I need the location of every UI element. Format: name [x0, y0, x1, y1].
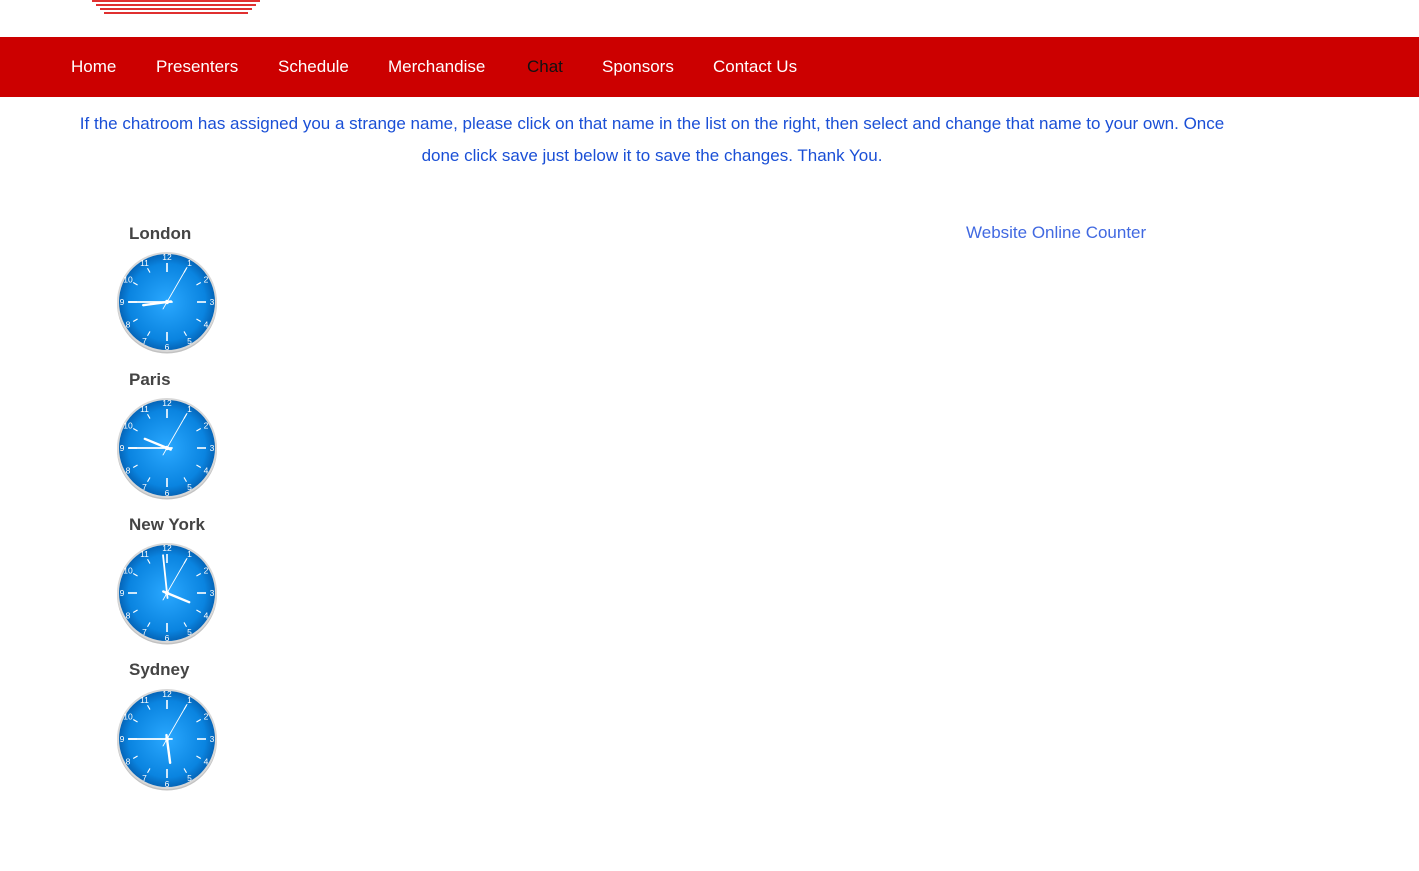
nav-sponsors[interactable]: Sponsors: [602, 57, 674, 77]
clock-number: 10: [123, 566, 133, 576]
clock-number: 5: [187, 482, 192, 492]
chat-name-notice: If the chatroom has assigned you a stran…: [79, 114, 1225, 165]
clock-number: 9: [120, 443, 125, 453]
nav-chat[interactable]: Chat: [527, 57, 563, 77]
clock-number: 7: [142, 773, 147, 783]
clock-number: 1: [187, 695, 192, 705]
city-label-paris: Paris: [129, 370, 171, 389]
clock-number: 12: [162, 543, 172, 553]
clock-number: 5: [187, 336, 192, 346]
clock-number: 9: [120, 588, 125, 598]
nav-schedule[interactable]: Schedule: [278, 57, 349, 77]
london-clock: 121234567891011: [117, 252, 217, 354]
clock-number: 12: [162, 689, 172, 699]
clock-number: 12: [162, 398, 172, 408]
paris-clock: 121234567891011: [117, 398, 217, 500]
new-york-clock: 121234567891011: [117, 543, 217, 645]
city-label-london: London: [129, 224, 192, 243]
clock-number: 3: [210, 734, 215, 744]
clock-number: 1: [187, 258, 192, 268]
main-navigation: Home Presenters Schedule Merchandise Cha…: [0, 37, 1419, 97]
clock-number: 9: [120, 734, 125, 744]
clock-number: 10: [123, 275, 133, 285]
clock-number: 6: [165, 342, 170, 352]
nav-merchandise[interactable]: Merchandise: [388, 57, 485, 77]
clock-number: 11: [140, 549, 149, 559]
clock-number: 7: [142, 336, 147, 346]
clock-number: 8: [126, 466, 131, 476]
clock-number: 3: [210, 297, 215, 307]
clock-center-pin: [164, 445, 170, 451]
clock-number: 10: [123, 712, 133, 722]
clock-number: 11: [140, 404, 149, 414]
clock-number: 8: [126, 611, 131, 621]
site-logo[interactable]: [90, 0, 262, 14]
website-online-counter-link[interactable]: Website Online Counter: [966, 223, 1146, 243]
clock-center-pin: [164, 590, 170, 596]
clock-number: 4: [204, 466, 209, 476]
clock-number: 12: [162, 252, 172, 262]
clock-number: 4: [204, 757, 209, 767]
clock-number: 2: [204, 566, 209, 576]
clock-number: 5: [187, 627, 192, 637]
clock-number: 8: [126, 757, 131, 767]
clock-number: 7: [142, 482, 147, 492]
sydney-clock: 121234567891011: [117, 689, 217, 791]
clock-number: 4: [204, 320, 209, 330]
clock-center-pin: [164, 736, 170, 742]
clock-number: 5: [187, 773, 192, 783]
site-header: [0, 0, 1419, 37]
clock-number: 9: [120, 297, 125, 307]
clock-number: 6: [165, 633, 170, 643]
clock-number: 6: [165, 488, 170, 498]
clock-number: 1: [187, 549, 192, 559]
clock-number: 10: [123, 421, 133, 431]
nav-contact-us[interactable]: Contact Us: [713, 57, 797, 77]
clock-number: 2: [204, 275, 209, 285]
nav-home[interactable]: Home: [71, 57, 116, 77]
clock-number: 11: [140, 258, 149, 268]
city-label-sydney: Sydney: [129, 660, 190, 679]
clock-number: 2: [204, 712, 209, 722]
clock-number: 3: [210, 588, 215, 598]
city-label-new-york: New York: [129, 515, 205, 534]
clock-number: 7: [142, 627, 147, 637]
clock-number: 6: [165, 779, 170, 789]
nav-presenters[interactable]: Presenters: [156, 57, 238, 77]
clock-number: 4: [204, 611, 209, 621]
clock-number: 3: [210, 443, 215, 453]
clock-number: 8: [126, 320, 131, 330]
clock-number: 11: [140, 695, 149, 705]
clock-center-pin: [164, 299, 170, 305]
clock-number: 2: [204, 421, 209, 431]
clock-number: 1: [187, 404, 192, 414]
